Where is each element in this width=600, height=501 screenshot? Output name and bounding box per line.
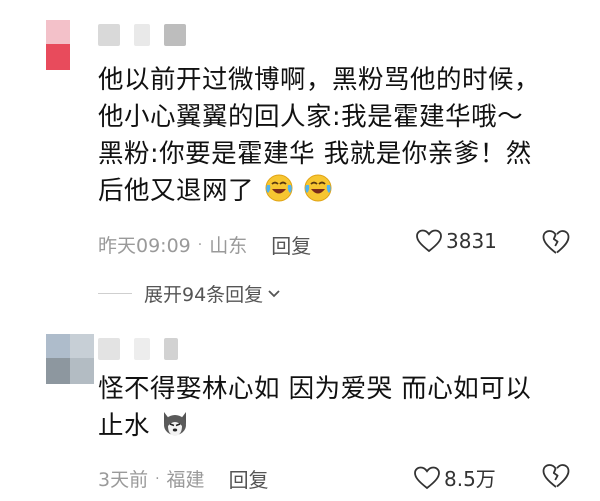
comment-line: 止水 xyxy=(98,408,588,445)
comment-line: 他小心翼翼的回人家:我是霍建华哦～ xyxy=(98,102,524,132)
chevron-down-icon xyxy=(268,289,280,297)
timestamp: 昨天09:09 xyxy=(98,235,191,257)
comment-text: 怪不得娶林心如 因为爱哭 而心如可以 止水 xyxy=(98,371,588,445)
comment-meta: 3天前 · 福建 回复 xyxy=(98,464,269,493)
like-count: 3831 xyxy=(446,229,497,253)
reply-button[interactable]: 回复 xyxy=(229,464,269,493)
reply-button[interactable]: 回复 xyxy=(271,230,311,259)
laughing-tears-emoji xyxy=(265,174,293,202)
heart-icon xyxy=(416,229,442,253)
like-button[interactable]: 3831 xyxy=(416,229,497,253)
separator-dot: · xyxy=(155,470,160,487)
broken-heart-icon[interactable] xyxy=(542,463,570,489)
heart-icon xyxy=(414,466,440,489)
separator-dot: · xyxy=(197,236,203,253)
like-count: 8.5万 xyxy=(444,467,496,491)
comment-line: 黑粉:你要是霍建华 我就是你亲爹！然 xyxy=(98,139,532,169)
comment-line: 后他又退网了 xyxy=(98,173,588,210)
avatar[interactable] xyxy=(46,20,94,70)
location: 山东 xyxy=(209,235,248,257)
avatar[interactable] xyxy=(46,334,94,384)
username-blurred[interactable] xyxy=(98,24,186,46)
like-button[interactable]: 8.5万 xyxy=(414,463,496,492)
expand-replies-label: 展开94条回复 xyxy=(144,284,264,306)
location: 福建 xyxy=(166,469,205,491)
comment-meta: 昨天09:09 · 山东 回复 xyxy=(98,230,311,259)
timestamp: 3天前 xyxy=(98,469,149,491)
comment-line: 怪不得娶林心如 因为爱哭 而心如可以 xyxy=(98,374,532,404)
comment-line: 他以前开过微博啊，黑粉骂他的时候， xyxy=(98,65,541,95)
broken-heart-icon[interactable] xyxy=(542,229,570,255)
husky-dog-emoji xyxy=(163,412,186,436)
divider-line xyxy=(98,293,132,294)
laughing-tears-emoji xyxy=(304,174,332,202)
comment-text: 他以前开过微博啊，黑粉骂他的时候， 他小心翼翼的回人家:我是霍建华哦～ 黑粉:你… xyxy=(98,62,588,210)
expand-replies-button[interactable]: 展开94条回复 xyxy=(98,280,281,307)
username-blurred[interactable] xyxy=(98,338,178,360)
